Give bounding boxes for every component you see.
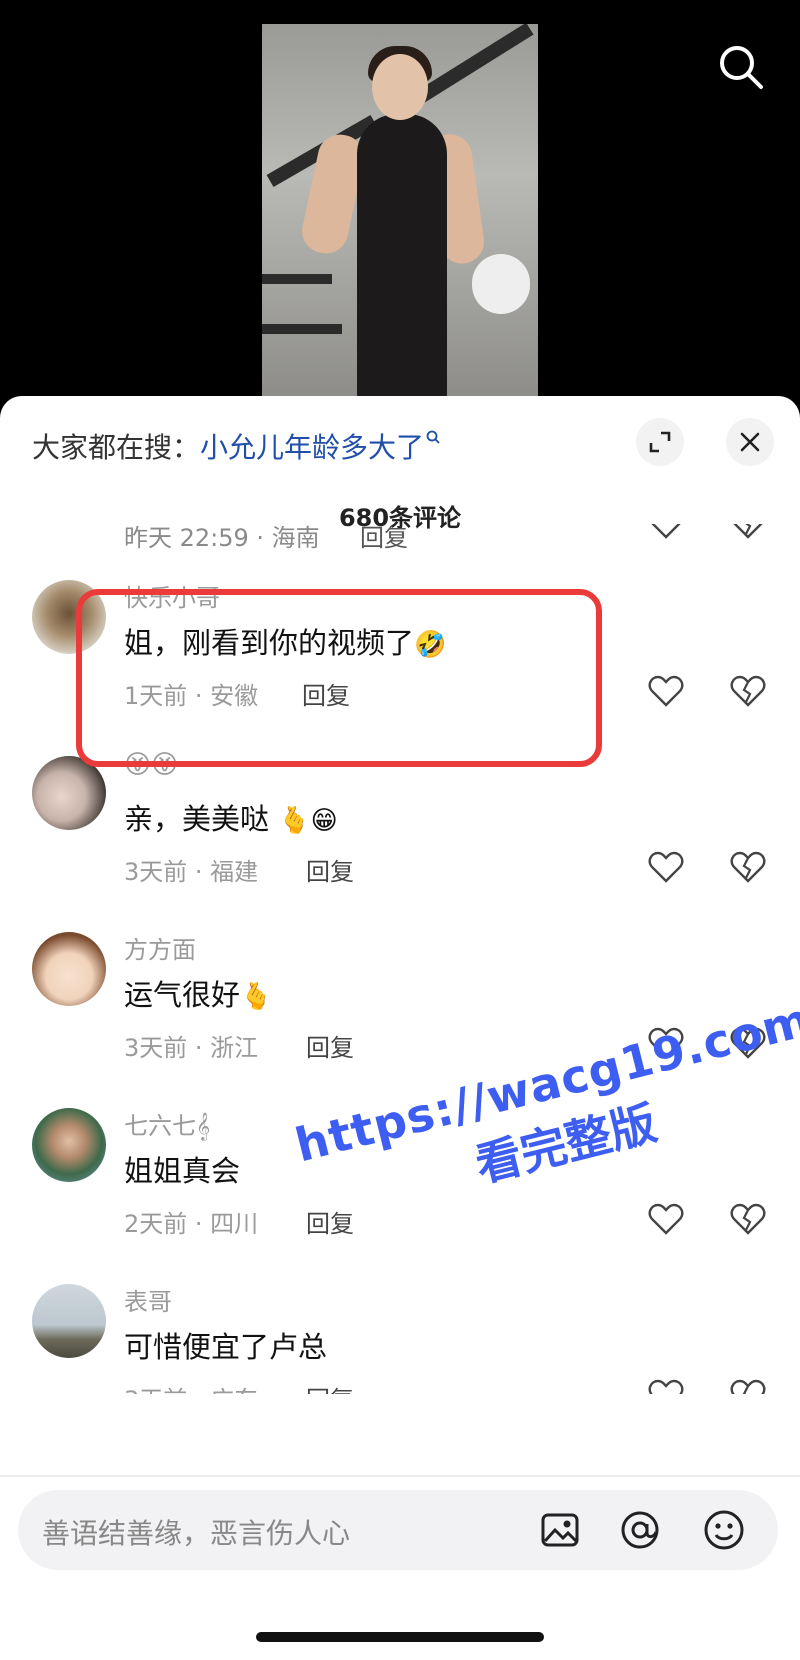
- comment-text: 亲，美美哒 🫰😁: [124, 802, 338, 836]
- comment-item[interactable]: 表哥 可惜便宜了卢总 3天前 · 广东 回复: [0, 1270, 800, 1394]
- comment-text: 运气很好🫰: [124, 978, 273, 1012]
- broken-heart-icon[interactable]: [730, 850, 766, 884]
- broken-heart-icon[interactable]: [730, 674, 766, 708]
- heart-icon[interactable]: [648, 1202, 684, 1236]
- comment-meta: 2天前 · 四川: [124, 1210, 259, 1238]
- comment-meta: 3天前 · 浙江: [124, 1034, 259, 1062]
- heart-icon[interactable]: [648, 674, 684, 708]
- broken-heart-icon[interactable]: [730, 1202, 766, 1236]
- image-icon[interactable]: [538, 1508, 582, 1552]
- search-mini-icon: [426, 428, 440, 449]
- highlight-box: [76, 589, 602, 767]
- comment-meta: 3天前 · 福建: [124, 858, 259, 886]
- video-player[interactable]: [0, 0, 800, 400]
- comment-meta: 昨天 22:59 · 海南: [124, 524, 320, 552]
- comment-username[interactable]: 方方面: [124, 930, 196, 965]
- person-figure: [357, 114, 447, 400]
- home-indicator[interactable]: [256, 1632, 544, 1642]
- broken-heart-icon[interactable]: [730, 1378, 766, 1394]
- comment-input[interactable]: 善语结善缘，恶言伤人心: [18, 1490, 778, 1570]
- search-icon[interactable]: [716, 42, 766, 92]
- avatar[interactable]: [32, 932, 106, 1006]
- at-icon[interactable]: [618, 1508, 662, 1552]
- comment-text: 姐姐真会: [124, 1154, 241, 1188]
- comment-text: 可惜便宜了卢总: [124, 1330, 328, 1364]
- reply-button[interactable]: 回复: [360, 524, 408, 553]
- reply-button[interactable]: 回复: [306, 852, 354, 887]
- close-button[interactable]: [726, 418, 774, 466]
- expand-button[interactable]: [636, 418, 684, 466]
- video-frame[interactable]: [262, 24, 538, 400]
- divider: [0, 1475, 800, 1477]
- list-item: 昨天 22:59 · 海南 回复: [0, 524, 800, 554]
- emoji-icon[interactable]: [702, 1508, 746, 1552]
- plush-toy: [472, 254, 530, 314]
- comment-meta: 3天前 · 广东: [124, 1380, 258, 1394]
- hot-search-bar[interactable]: 大家都在搜： 小允儿年龄多大了: [32, 426, 440, 466]
- comment-username[interactable]: 表哥: [124, 1282, 172, 1317]
- close-icon: [740, 432, 760, 452]
- heart-icon[interactable]: [648, 524, 684, 540]
- heart-icon[interactable]: [648, 850, 684, 884]
- avatar[interactable]: [32, 1284, 106, 1358]
- avatar[interactable]: [32, 1108, 106, 1182]
- comment-input-placeholder[interactable]: 善语结善缘，恶言伤人心: [42, 1512, 350, 1552]
- broken-heart-icon[interactable]: [730, 524, 766, 540]
- hot-search-keyword[interactable]: 小允儿年龄多大了: [200, 426, 424, 466]
- avatar[interactable]: [32, 756, 106, 830]
- comment-username[interactable]: 七六七𝄞: [124, 1106, 210, 1141]
- comment-item[interactable]: 😝😝 亲，美美哒 🫰😁 3天前 · 福建 回复: [0, 742, 800, 918]
- reply-button[interactable]: 回复: [306, 1380, 354, 1394]
- hot-search-prefix: 大家都在搜：: [32, 431, 201, 464]
- expand-icon: [649, 431, 671, 453]
- heart-icon[interactable]: [648, 1378, 684, 1394]
- reply-button[interactable]: 回复: [306, 1028, 354, 1063]
